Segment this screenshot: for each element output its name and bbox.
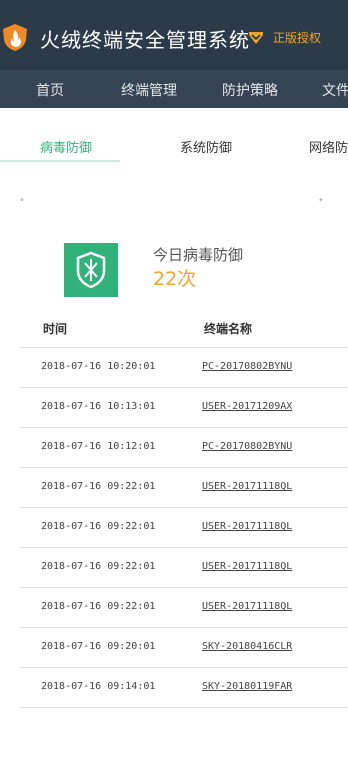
defense-subtabs: 病毒防御 系统防御 网络防御 — [0, 108, 348, 164]
table-row: 2018-07-16 09:22:01 USER-20171118QL — [20, 588, 348, 628]
table-header: 时间 终端名称 — [20, 308, 348, 348]
table-row: 2018-07-16 09:22:01 USER-20171118QL — [20, 508, 348, 548]
app-header: 火绒终端安全管理系统 正版授权 — [0, 0, 348, 70]
nav-item-home[interactable]: 首页 — [36, 80, 64, 100]
table-row: 2018-07-16 09:22:01 USER-20171118QL — [20, 548, 348, 588]
terminal-link[interactable]: USER-20171209AX — [202, 401, 292, 412]
virus-log-table: 时间 终端名称 2018-07-16 10:20:01 PC-20170802B… — [20, 308, 348, 708]
license-badge[interactable]: 正版授权 — [248, 29, 321, 46]
license-badge-icon — [249, 31, 263, 44]
terminal-link[interactable]: SKY-20180416CLR — [202, 641, 292, 652]
stat-value: 22次 — [153, 268, 197, 290]
table-row: 2018-07-16 09:22:01 USER-20171118QL — [20, 468, 348, 508]
row-time: 2018-07-16 09:22:01 — [41, 481, 156, 492]
terminal-link[interactable]: USER-20171118QL — [202, 521, 292, 532]
row-time: 2018-07-16 09:22:01 — [41, 561, 156, 572]
stat-label: 今日病毒防御 — [153, 246, 244, 264]
nav-item-terminal-management[interactable]: 终端管理 — [121, 80, 177, 100]
column-header-terminal-name: 终端名称 — [204, 322, 253, 336]
table-row: 2018-07-16 09:20:01 SKY-20180416CLR — [20, 628, 348, 668]
terminal-link[interactable]: PC-20170802BYNU — [202, 441, 292, 452]
row-time: 2018-07-16 09:20:01 — [41, 641, 156, 652]
app-title: 火绒终端安全管理系统 — [40, 28, 250, 52]
huorong-logo-icon — [3, 24, 27, 51]
terminal-link[interactable]: USER-20171118QL — [202, 561, 292, 572]
tab-virus-defense[interactable]: 病毒防御 — [40, 137, 92, 156]
row-time: 2018-07-16 10:13:01 — [41, 401, 156, 412]
row-time: 2018-07-16 10:12:01 — [41, 441, 156, 452]
row-time: 2018-07-16 10:20:01 — [41, 361, 156, 372]
shield-virus-defense-icon — [64, 243, 118, 297]
row-time: 2018-07-16 09:14:01 — [41, 681, 156, 692]
terminal-link[interactable]: USER-20171118QL — [202, 481, 292, 492]
active-tab-indicator — [0, 160, 120, 162]
row-time: 2018-07-16 09:22:01 — [41, 601, 156, 612]
row-time: 2018-07-16 09:22:01 — [41, 521, 156, 532]
faint-artifact-left: • — [19, 195, 25, 206]
nav-item-files[interactable]: 文件 — [322, 80, 348, 100]
nav-item-protection-policy[interactable]: 防护策略 — [222, 80, 278, 100]
table-row: 2018-07-16 10:12:01 PC-20170802BYNU — [20, 428, 348, 468]
column-header-time: 时间 — [43, 322, 68, 336]
table-row: 2018-07-16 10:20:01 PC-20170802BYNU — [20, 348, 348, 388]
tab-network-defense[interactable]: 网络防御 — [309, 137, 348, 156]
license-label: 正版授权 — [273, 31, 322, 45]
main-nav: 首页 终端管理 防护策略 文件 — [0, 70, 348, 108]
terminal-link[interactable]: USER-20171118QL — [202, 601, 292, 612]
table-row: 2018-07-16 09:14:01 SKY-20180119FAR — [20, 668, 348, 708]
terminal-link[interactable]: SKY-20180119FAR — [202, 681, 292, 692]
terminal-link[interactable]: PC-20170802BYNU — [202, 361, 292, 372]
faint-artifact-right: • — [318, 195, 324, 206]
table-row: 2018-07-16 10:13:01 USER-20171209AX — [20, 388, 348, 428]
tab-system-defense[interactable]: 系统防御 — [180, 137, 232, 156]
